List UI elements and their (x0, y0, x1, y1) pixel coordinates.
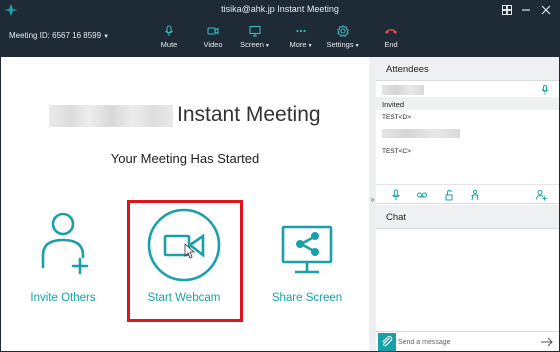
main-panel: Instant Meeting Your Meeting Has Started… (1, 57, 369, 351)
panel-divider[interactable] (369, 57, 376, 351)
microphone-icon (165, 25, 173, 36)
hand-raise-icon[interactable] (469, 189, 481, 201)
video-button[interactable]: Video (191, 25, 235, 53)
meeting-id-label: Meeting ID: 6567 16 8599 (9, 31, 102, 40)
attendees-header: Attendees (376, 57, 559, 81)
invite-others-label: Invite Others (30, 292, 96, 304)
mute-label: Mute (160, 40, 178, 49)
mute-button[interactable]: Mute (147, 25, 191, 53)
chat-title: Chat (386, 212, 407, 223)
meeting-status-text: Your Meeting Has Started (110, 151, 260, 166)
add-user-icon (41, 212, 89, 275)
chat-header: Chat (376, 205, 559, 229)
meeting-window: tisika@ahk.jp Instant Meeting Meeting ID… (0, 0, 560, 352)
voicemail-icon[interactable] (416, 189, 428, 201)
meeting-id-dropdown[interactable]: Meeting ID: 6567 16 8599 ▼ (9, 31, 109, 40)
screen-button[interactable]: Screen▼ (233, 25, 277, 53)
collapse-panel-icon[interactable]: » (369, 195, 376, 204)
unlock-icon[interactable] (443, 189, 455, 201)
video-label: Video (203, 40, 223, 49)
chevron-down-icon: ▼ (307, 43, 313, 49)
chat-messages (376, 230, 559, 330)
minimize-icon[interactable] (519, 3, 533, 17)
settings-button[interactable]: Settings▼ (321, 25, 365, 53)
close-icon[interactable] (539, 3, 553, 17)
phone-hangup-icon (385, 29, 397, 34)
redacted-attendee-name (382, 129, 460, 138)
more-label: More (289, 40, 307, 49)
invite-others-button[interactable]: Invite Others (3, 207, 123, 352)
highlight-box (127, 200, 243, 322)
chevron-down-icon: ▼ (354, 43, 360, 49)
attach-button[interactable] (378, 333, 396, 351)
attendee-actions-bar (376, 184, 559, 204)
attendees-title: Attendees (386, 64, 429, 75)
redacted-name (49, 105, 173, 127)
share-screen-icon (281, 225, 333, 274)
grid-view-icon[interactable] (500, 3, 514, 17)
more-button[interactable]: More▼ (279, 25, 323, 53)
share-screen-button[interactable]: Share Screen (247, 207, 367, 352)
invited-section-header: Invited (376, 98, 559, 110)
chat-message-input[interactable] (398, 334, 536, 350)
share-screen-label: Share Screen (271, 292, 343, 304)
invited-label: Invited (382, 100, 405, 109)
settings-label: Settings (326, 40, 354, 49)
send-icon[interactable] (540, 336, 554, 348)
side-panel: Attendees Invited TEST<D> TEST<C> Chat S… (376, 57, 559, 351)
redacted-attendee-name (382, 85, 424, 95)
window-title: tisika@ahk.jp Instant Meeting (221, 4, 339, 14)
end-call-button[interactable]: End (369, 25, 413, 53)
screen-label: Screen (240, 40, 264, 49)
microphone-icon[interactable] (390, 189, 402, 201)
paperclip-icon (382, 335, 393, 347)
end-label: End (384, 40, 398, 49)
chat-input-bar (376, 331, 559, 351)
chevron-down-icon: ▼ (264, 43, 270, 49)
screen-share-icon (249, 25, 261, 37)
video-camera-icon (207, 27, 219, 35)
attendees-list: Invited TEST<D> TEST<C> (376, 82, 559, 182)
add-user-icon[interactable] (535, 189, 547, 201)
list-item[interactable]: TEST<D> (382, 114, 411, 121)
microphone-icon[interactable] (541, 85, 549, 95)
page-title: Instant Meeting (177, 103, 321, 126)
chevron-down-icon: ▼ (103, 34, 110, 40)
meeting-toolbar: Meeting ID: 6567 16 8599 ▼ Mute Video Sc… (0, 20, 560, 56)
title-bar: tisika@ahk.jp Instant Meeting (0, 0, 560, 20)
list-item[interactable]: TEST<C> (382, 148, 411, 155)
gear-icon (337, 25, 349, 37)
more-dots-icon (296, 29, 306, 33)
